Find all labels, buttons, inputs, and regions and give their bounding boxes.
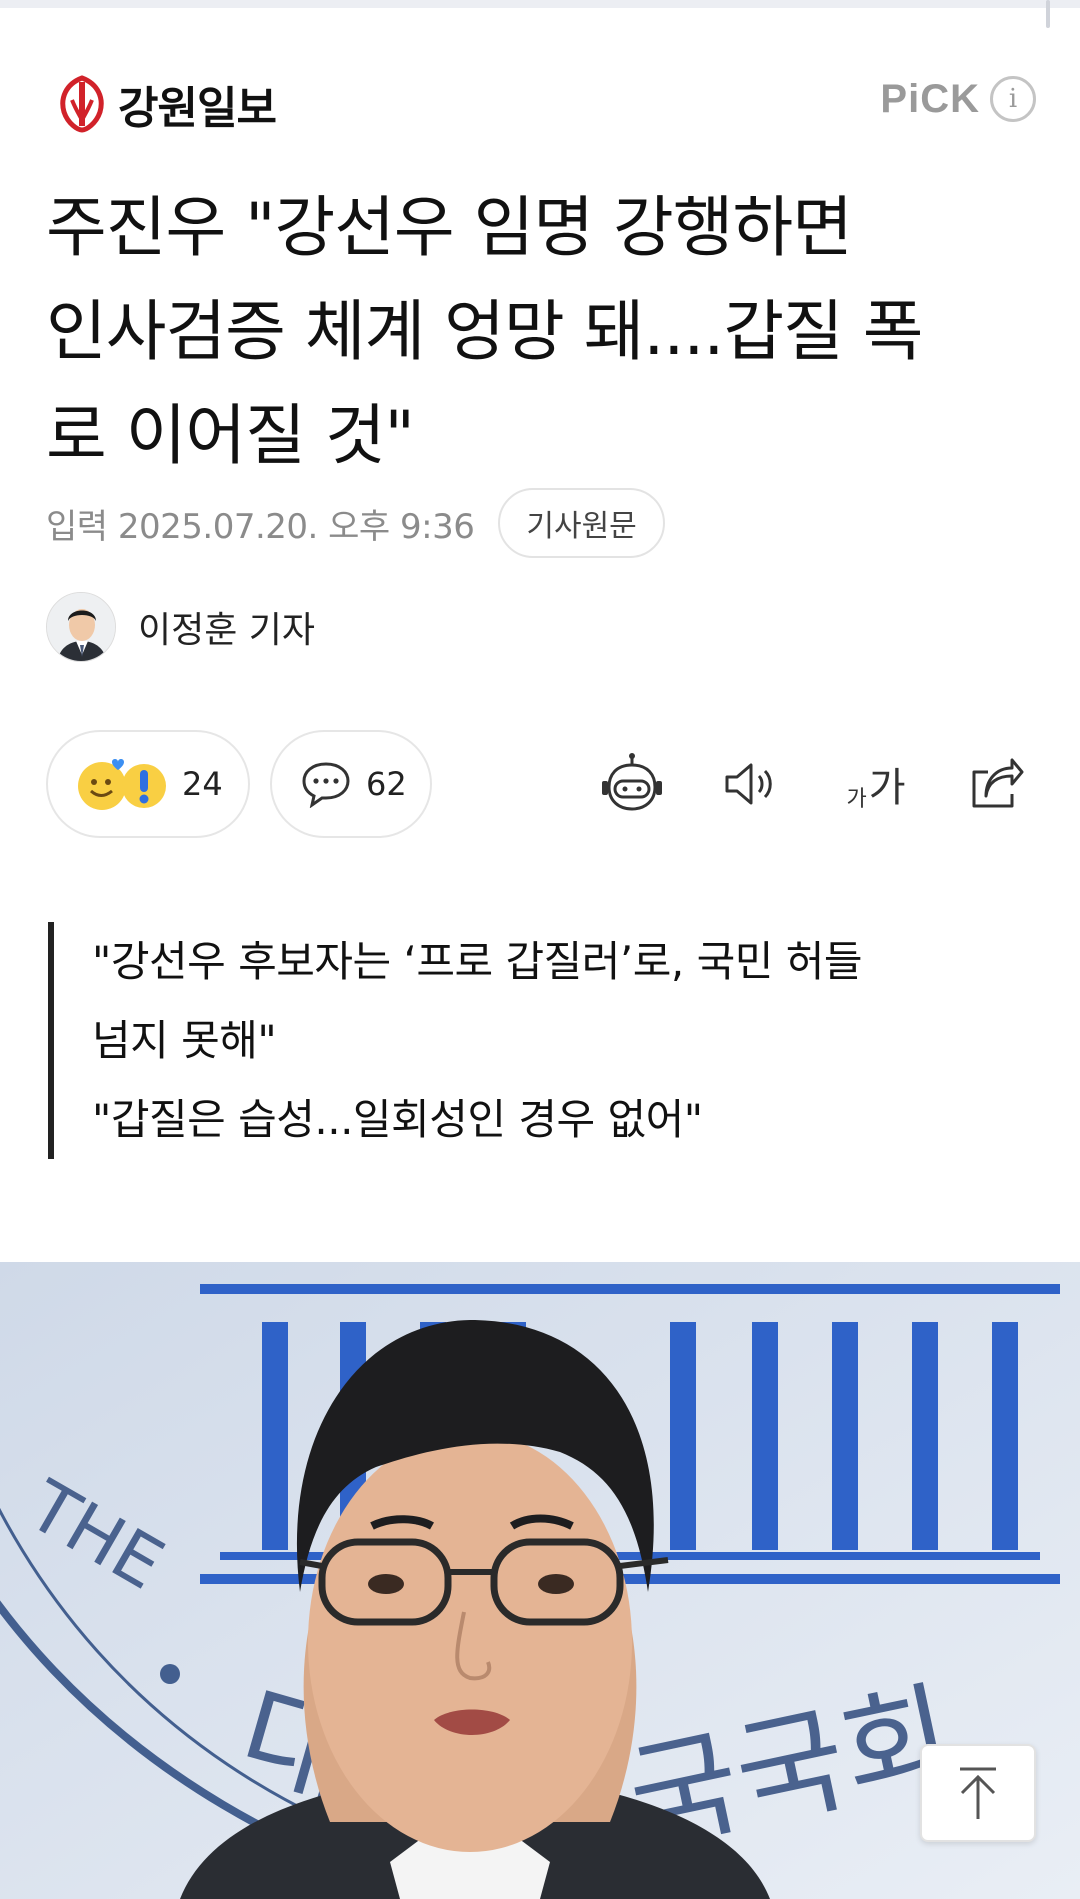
article-meta: 입력 2025.07.20. 오후 9:36 기사원문: [46, 488, 665, 558]
comment-bubble-icon: [302, 762, 350, 808]
quote-line: 넘지 못해": [92, 1016, 277, 1065]
author-info[interactable]: 이정훈 기자: [46, 590, 315, 664]
arrow-up-icon: [960, 1767, 996, 1819]
font-size-small-label: 가: [846, 787, 867, 812]
politician-photo: THE 대 국국회: [0, 1262, 1080, 1899]
scroll-to-top-button[interactable]: [920, 1744, 1036, 1842]
font-size-button[interactable]: 가 가: [836, 744, 916, 824]
ai-summary-robot-icon: [602, 753, 662, 811]
article-summary-quote: "강선우 후보자는 ‘프로 갑질러’로, 국민 허들 넘지 못해" "갑질은 습…: [48, 922, 1038, 1159]
share-icon: [972, 758, 1024, 808]
article-title: 주진우 "강선우 임명 강행하면 인사검증 체계 엉망 돼....갑질 폭 로 …: [46, 176, 1046, 488]
publisher-logo[interactable]: 강원일보: [56, 74, 277, 134]
original-article-button[interactable]: 기사원문: [498, 488, 665, 558]
font-size-icon: 가 가: [846, 755, 905, 813]
scrollbar-thumb[interactable]: [1046, 0, 1050, 28]
author-portrait-icon: [47, 593, 115, 661]
author-avatar: [46, 592, 116, 662]
article-action-bar: 24 62 가 가: [46, 730, 1036, 838]
comment-button[interactable]: 62: [270, 730, 432, 838]
pick-label: PiCK: [880, 76, 980, 121]
speaker-icon: [725, 763, 772, 805]
title-line: 주진우 "강선우 임명 강행하면: [46, 189, 853, 266]
publisher-logo-mark-icon: [60, 75, 104, 133]
quote-line: "갑질은 습성...일회성인 경우 없어": [92, 1095, 703, 1144]
share-button[interactable]: [956, 744, 1036, 824]
quote-line: "강선우 후보자는 ‘프로 갑질러’로, 국민 허들: [92, 937, 863, 986]
article-photo[interactable]: THE 대 국국회: [0, 1262, 1080, 1899]
reaction-count: 24: [182, 765, 223, 803]
publish-date: 입력 2025.07.20. 오후 9:36: [46, 506, 475, 547]
article-header: 강원일보 PiCK i: [46, 70, 1036, 134]
author-name: 이정훈 기자: [138, 610, 316, 651]
ai-summary-button[interactable]: [592, 744, 672, 824]
font-size-large-label: 가: [868, 765, 906, 811]
status-bar-strip: [0, 0, 1080, 8]
reaction-emoji-icon: [78, 759, 166, 810]
title-line: 인사검증 체계 엉망 돼....갑질 폭: [46, 293, 923, 370]
publisher-name: 강원일보: [118, 83, 277, 134]
info-icon[interactable]: i: [990, 76, 1036, 122]
comment-count: 62: [366, 765, 407, 803]
title-line: 로 이어질 것": [46, 397, 415, 474]
reaction-button[interactable]: 24: [46, 730, 250, 838]
text-to-speech-button[interactable]: [712, 744, 792, 824]
pick-badge[interactable]: PiCK i: [880, 76, 1036, 122]
